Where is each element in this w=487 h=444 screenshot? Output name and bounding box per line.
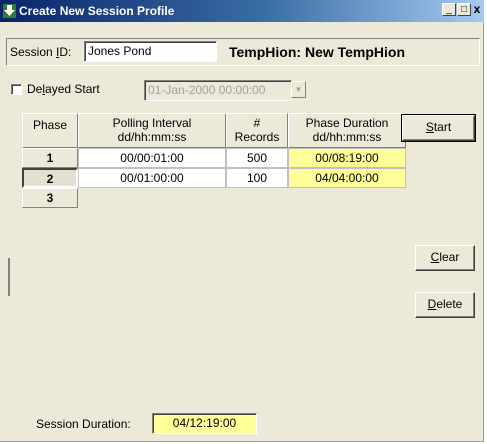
header-duration-line1: Phase Duration (305, 116, 389, 130)
clear-button-rest: lear (439, 250, 460, 264)
delete-button[interactable]: Delete (415, 292, 475, 318)
header-polling-line2: dd/hh:mm:ss (117, 130, 187, 144)
maximize-button[interactable]: □ (457, 3, 471, 16)
delayed-start-label-pre: De (27, 82, 43, 96)
header-duration-line2: dd/hh:mm:ss (312, 130, 382, 144)
download-arrow-icon (3, 4, 16, 18)
header-phase: Phase (22, 113, 78, 148)
polling-interval-cell[interactable]: 00/00:01:00 (78, 148, 226, 168)
polling-interval-cell[interactable]: 00/01:00:00 (78, 168, 226, 188)
start-button[interactable]: Start (401, 114, 476, 142)
chevron-down-icon[interactable]: ▼ (291, 81, 306, 98)
row-header-2[interactable]: 2 (22, 168, 78, 188)
header-polling-line1: Polling Interval (112, 116, 192, 130)
resize-grip[interactable] (8, 258, 10, 296)
row-header-3[interactable]: 3 (22, 188, 78, 208)
header-polling-interval: Polling Interval dd/hh:mm:ss (78, 113, 226, 148)
session-id-input[interactable]: Jones Pond (84, 41, 217, 62)
phase-duration-cell[interactable]: 04/04:00:00 (288, 168, 406, 188)
minimize-button[interactable]: _ (442, 3, 456, 16)
start-button-rest: tart (433, 120, 452, 134)
clear-button[interactable]: Clear (415, 245, 475, 271)
start-button-key: S (425, 120, 434, 134)
records-cell[interactable]: 500 (226, 148, 288, 168)
session-id-label-pre: Session (10, 45, 57, 59)
session-duration-value: 04/12:19:00 (152, 413, 257, 434)
close-button[interactable]: x (472, 3, 482, 16)
window-title: Create New Session Profile (19, 4, 175, 18)
session-id-label: Session ID: (10, 45, 71, 59)
header-records: # Records (226, 113, 288, 148)
phase-duration-cell[interactable]: 00/08:19:00 (288, 148, 406, 168)
header-records-line2: Records (234, 130, 280, 144)
delayed-start-datetime-picker[interactable]: 01-Jan-2000 00:00:00 (144, 80, 292, 101)
session-id-label-post: D: (59, 45, 72, 59)
device-label: TempHion: New TempHion (229, 44, 406, 60)
title-bar[interactable]: Create New Session Profile _ □ x (0, 0, 484, 22)
records-cell[interactable]: 100 (226, 168, 288, 188)
session-duration-label: Session Duration: (36, 417, 131, 431)
session-profile-window: Create New Session Profile _ □ x Session I… (0, 0, 484, 442)
delete-button-rest: elete (436, 297, 463, 311)
header-phase-duration: Phase Duration dd/hh:mm:ss (288, 113, 406, 148)
delayed-start-label: Delayed Start (27, 82, 100, 96)
header-phase-text: Phase (32, 118, 68, 132)
delayed-start-checkbox[interactable] (11, 84, 22, 95)
delete-button-key: D (427, 297, 437, 311)
row-header-1[interactable]: 1 (22, 148, 78, 168)
window-controls: _ □ x (441, 3, 482, 17)
header-records-line1: # (253, 116, 261, 130)
delayed-start-label-post: ayed Start (45, 82, 100, 96)
